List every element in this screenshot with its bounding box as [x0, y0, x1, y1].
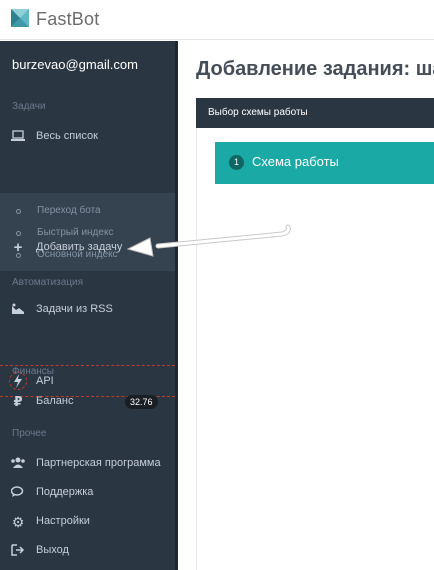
panel-title: Выбор схемы работы: [208, 107, 308, 118]
sign-out-icon: [10, 544, 26, 558]
sidebar-item-rss-tasks[interactable]: Задачи из RSS: [0, 296, 175, 324]
step-number: 1: [229, 155, 244, 170]
section-title-finance: Финансы: [12, 366, 54, 377]
step-label: Схема работы: [252, 154, 339, 169]
sidebar-item-add-task[interactable]: + Добавить задачу: [0, 234, 175, 262]
laptop-icon: [10, 130, 26, 144]
step-scheme[interactable]: 1 Схема работы: [215, 142, 434, 184]
sidebar-item-label: Задачи из RSS: [36, 303, 113, 315]
section-title-tasks: Задачи: [12, 101, 46, 112]
work-scheme-panel: Выбор схемы работы 1 Схема работы: [196, 98, 434, 570]
sidebar-item-label: Добавить задачу: [36, 241, 123, 253]
app-name[interactable]: FastBot: [36, 9, 99, 30]
panel-body: 1 Схема работы: [196, 128, 434, 570]
ruble-icon: ₽: [13, 394, 23, 409]
section-title-other: Прочее: [12, 428, 47, 439]
sidebar-item-label: Партнерская программа: [36, 457, 161, 469]
sidebar-item-label: Весь список: [36, 130, 98, 142]
user-email[interactable]: burzevao@gmail.com: [12, 57, 138, 72]
submenu-item-bot-visit[interactable]: Переход бота: [0, 201, 175, 223]
top-bar: FastBot: [0, 0, 434, 40]
sidebar-item-all-list[interactable]: Весь список: [0, 123, 175, 151]
fastbot-logo-icon[interactable]: [11, 9, 29, 27]
users-icon: [10, 457, 26, 471]
sidebar-item-label: Настройки: [36, 515, 90, 527]
page-title: Добавление задания: ша: [196, 58, 434, 80]
sidebar-item-settings[interactable]: ⚙ Настройки: [0, 508, 175, 536]
sidebar: burzevao@gmail.com Задачи Весь список Пе…: [0, 41, 175, 570]
sidebar-item-label: Баланс: [36, 395, 74, 407]
sidebar-item-label: Поддержка: [36, 486, 94, 498]
sidebar-item-support[interactable]: Поддержка: [0, 479, 175, 507]
panel-header: Выбор схемы работы: [196, 98, 434, 128]
plus-icon: +: [13, 239, 23, 256]
sidebar-item-partner[interactable]: Партнерская программа: [0, 450, 175, 478]
rss-icon: [10, 303, 26, 317]
sidebar-item-balance[interactable]: ₽ Баланс 32.76: [0, 388, 175, 416]
user-block[interactable]: burzevao@gmail.com: [0, 41, 175, 89]
bullet-icon: [16, 209, 21, 214]
sidebar-item-logout[interactable]: Выход: [0, 537, 175, 565]
sidebar-edge: [175, 41, 178, 570]
submenu-item-label: Переход бота: [37, 205, 101, 216]
sidebar-item-label: Выход: [36, 544, 69, 556]
balance-badge: 32.76: [125, 395, 158, 409]
section-title-automation: Автоматизация: [12, 277, 84, 288]
gear-icon: ⚙: [11, 514, 25, 530]
comments-icon: [10, 486, 26, 500]
